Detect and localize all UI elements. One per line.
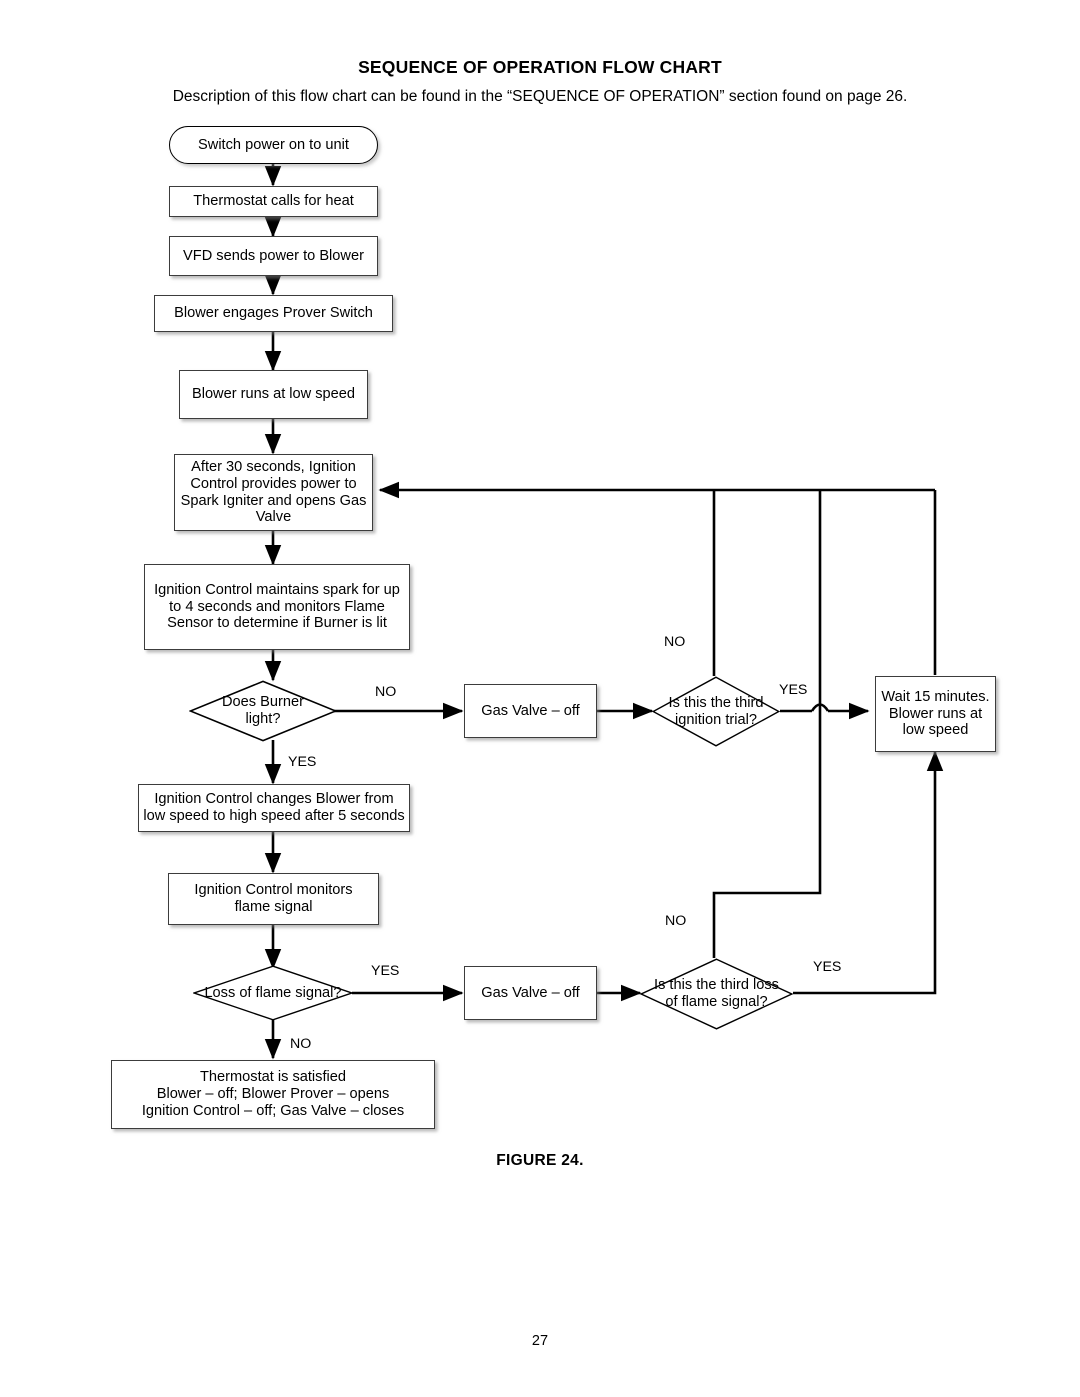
node-text-line1: Wait 15 minutes. <box>881 688 990 705</box>
node-text: Gas Valve – off <box>481 702 580 719</box>
flow-chart: Switch power on to unit Thermostat calls… <box>0 0 1080 1397</box>
node-text: Blower engages Prover Switch <box>174 305 373 322</box>
node-text-line1: After 30 seconds, Ignition <box>191 458 356 475</box>
node-text-line1: Is this the third loss <box>654 977 779 994</box>
node-text-line2: of flame signal? <box>665 994 768 1010</box>
node-after-30-seconds-ignition[interactable]: After 30 seconds, Ignition Control provi… <box>174 454 373 531</box>
node-loss-of-flame-signal[interactable]: Loss of flame signal? <box>193 965 353 1021</box>
node-is-third-ignition-trial[interactable]: Is this the third ignition trial? <box>652 676 780 747</box>
node-text: Thermostat calls for heat <box>193 193 354 210</box>
node-ignition-monitors-flame-signal[interactable]: Ignition Control monitors flame signal <box>168 873 379 925</box>
node-wait-15-minutes[interactable]: Wait 15 minutes. Blower runs at low spee… <box>875 676 996 752</box>
page-number: 27 <box>531 1333 549 1349</box>
node-does-burner-light[interactable]: Does Burner light? <box>189 680 337 742</box>
node-text-line1: Ignition Control changes Blower from <box>154 791 394 808</box>
figure-caption: FIGURE 24. <box>496 1152 584 1169</box>
node-ignition-changes-blower-speed[interactable]: Ignition Control changes Blower from low… <box>138 784 410 832</box>
node-text-line2: ignition trial? <box>675 711 757 728</box>
node-thermostat-is-satisfied[interactable]: Thermostat is satisfied Blower – off; Bl… <box>111 1060 435 1129</box>
node-text-line4: Valve <box>255 509 292 526</box>
node-is-third-loss-of-flame[interactable]: Is this the third loss of flame signal? <box>640 958 793 1030</box>
node-text-line3: low speed <box>902 722 969 739</box>
edge-label-flame-yes: YES <box>371 963 400 979</box>
edge-label-burner-no: NO <box>375 684 397 700</box>
node-text-line3: Spark Igniter and opens Gas <box>180 492 367 509</box>
node-text-line2: low speed to high speed after 5 seconds <box>143 808 405 824</box>
node-text-line2: flame signal <box>234 899 313 915</box>
node-text: Switch power on to unit <box>198 136 349 153</box>
node-text-line1: Ignition Control monitors <box>194 882 353 899</box>
node-text: Gas Valve – off <box>481 984 580 1001</box>
node-gas-valve-off-1[interactable]: Gas Valve – off <box>464 684 597 738</box>
node-text-line1: Thermostat is satisfied <box>200 1069 346 1086</box>
node-text: Blower runs at low speed <box>191 386 356 403</box>
edge-label-trial-no: NO <box>664 634 686 650</box>
node-text: Loss of flame signal? <box>204 984 342 1001</box>
node-text-line2: Blower – off; Blower Prover – opens <box>156 1086 390 1103</box>
edge-label-flame-no: NO <box>290 1036 312 1052</box>
edge-line-hop <box>810 703 830 712</box>
node-text-line2: Control provides power to <box>190 475 357 492</box>
node-text-line2: to 4 seconds and monitors Flame <box>169 598 385 615</box>
node-text-line1: Ignition Control maintains spark for up <box>154 581 400 598</box>
node-blower-engages-prover-switch[interactable]: Blower engages Prover Switch <box>154 295 393 332</box>
node-text-line1: Is this the third <box>668 694 764 711</box>
edge-label-burner-yes: YES <box>288 754 317 770</box>
node-text-line3: Ignition Control – off; Gas Valve – clos… <box>141 1102 405 1119</box>
node-ignition-maintains-spark[interactable]: Ignition Control maintains spark for up … <box>144 564 410 650</box>
node-blower-runs-low-speed[interactable]: Blower runs at low speed <box>179 370 368 419</box>
edge-thirdloss-yes <box>793 750 944 995</box>
node-text: VFD sends power to Blower <box>183 247 364 264</box>
edge-label-trial-yes: YES <box>779 682 808 698</box>
node-gas-valve-off-2[interactable]: Gas Valve – off <box>464 966 597 1020</box>
page-canvas: SEQUENCE OF OPERATION FLOW CHART Descrip… <box>0 0 1080 1397</box>
node-text-line2: Blower runs at <box>888 705 983 722</box>
node-text-line3: Sensor to determine if Burner is lit <box>167 615 387 632</box>
node-vfd-sends-power[interactable]: VFD sends power to Blower <box>169 236 378 276</box>
node-text-line1: Does Burner <box>222 694 304 711</box>
node-thermostat-calls-for-heat[interactable]: Thermostat calls for heat <box>169 186 378 217</box>
edge-label-third-loss-no: NO <box>665 913 687 929</box>
node-text-line2: light? <box>245 711 281 727</box>
node-switch-power-on[interactable]: Switch power on to unit <box>169 126 378 164</box>
edge-label-third-loss-yes: YES <box>813 959 842 975</box>
